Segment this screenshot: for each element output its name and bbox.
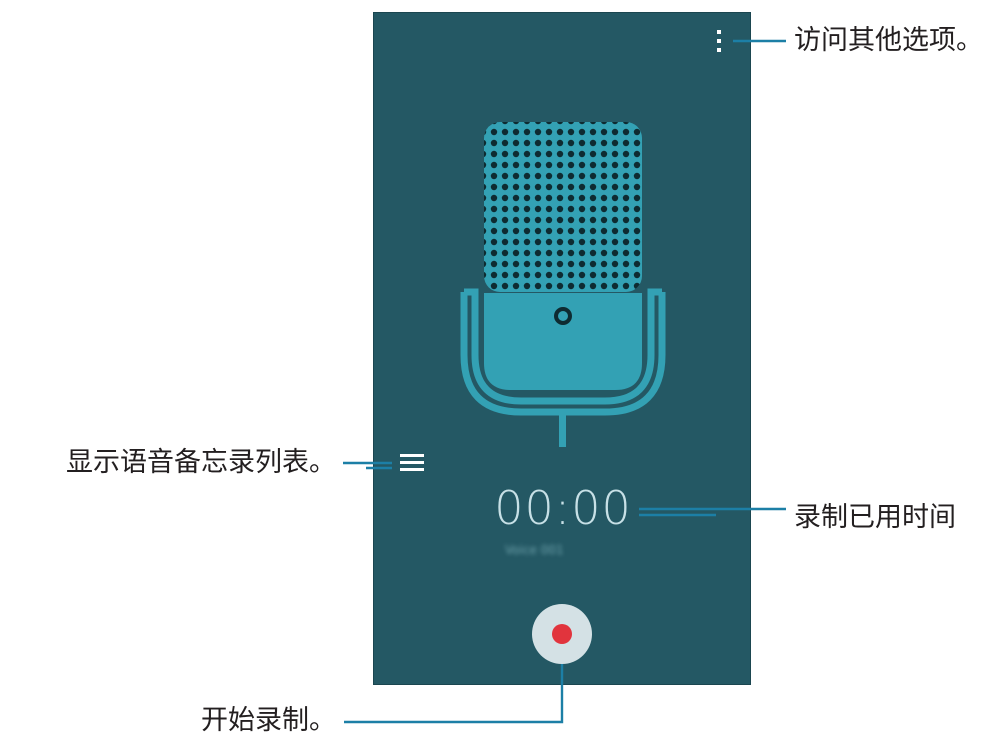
- callout-leaders: [343, 39, 786, 724]
- callout-start-recording: 开始录制。: [201, 705, 336, 736]
- callout-recordings-list: 显示语音备忘录列表。: [66, 447, 336, 478]
- callout-elapsed-time: 录制已用时间: [794, 502, 956, 533]
- callout-more-options: 访问其他选项。: [794, 25, 983, 56]
- leader-start-recording: [344, 664, 564, 724]
